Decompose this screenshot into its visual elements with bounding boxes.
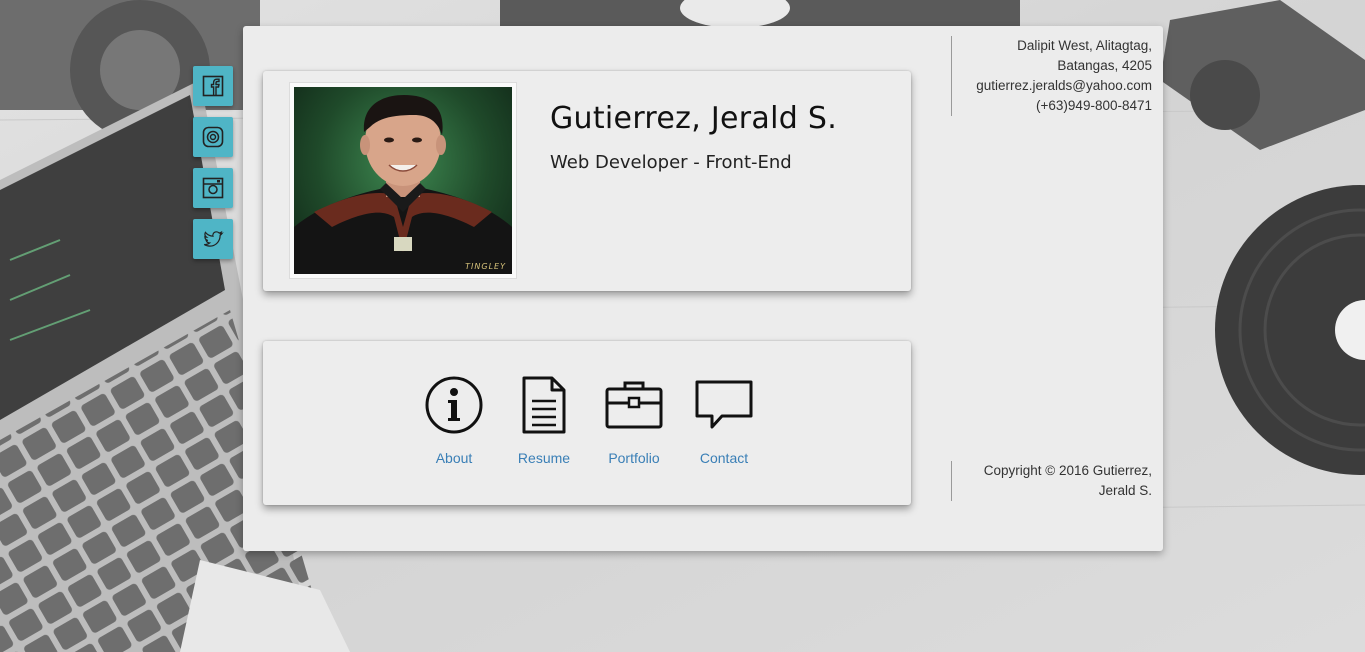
portrait-image <box>294 95 512 274</box>
instagram-button[interactable] <box>193 168 233 208</box>
facebook-icon <box>202 75 224 97</box>
profile-panel: TINGLEY Gutierrez, Jerald S. Web Develop… <box>263 71 911 291</box>
twitter-button[interactable] <box>193 219 233 259</box>
copyright-line-1: Copyright © 2016 Gutierrez, <box>983 463 1152 478</box>
speech-bubble-icon <box>695 380 753 429</box>
social-sidebar <box>193 66 233 270</box>
email-text: gutierrez.jeralds@yahoo.com <box>976 78 1152 93</box>
nav-label-about: About <box>435 450 473 466</box>
copyright-line-2: Jerald S. <box>1098 483 1152 498</box>
nav-item-portfolio[interactable]: Portfolio <box>589 374 679 466</box>
address-line-1: Dalipit West, Alitagtag, <box>1017 38 1152 53</box>
nav-item-resume[interactable]: Resume <box>499 374 589 466</box>
main-nav: About Resume Portfolio Contact <box>409 374 769 466</box>
nav-label-portfolio: Portfolio <box>608 450 660 466</box>
threads-button[interactable] <box>193 117 233 157</box>
nav-item-about[interactable]: About <box>409 374 499 466</box>
contact-info: Dalipit West, Alitagtag, Batangas, 4205 … <box>951 36 1152 116</box>
profile-name: Gutierrez, Jerald S. <box>550 101 838 136</box>
profile-role: Web Developer - Front-End <box>550 152 792 173</box>
instagram-icon <box>202 177 224 199</box>
twitter-icon <box>203 230 224 247</box>
photo-watermark: TINGLEY <box>465 262 506 271</box>
briefcase-icon <box>605 381 663 429</box>
nav-item-contact[interactable]: Contact <box>679 374 769 466</box>
phone-text: (+63)949-800-8471 <box>1036 98 1152 113</box>
nav-panel: About Resume Portfolio Contact <box>263 341 911 505</box>
spiral-icon <box>202 126 224 148</box>
profile-photo-frame: TINGLEY <box>289 82 517 279</box>
profile-photo: TINGLEY <box>294 87 512 274</box>
nav-label-resume: Resume <box>517 450 571 466</box>
main-card: TINGLEY Gutierrez, Jerald S. Web Develop… <box>243 26 1163 551</box>
document-icon <box>522 376 566 434</box>
address-line-2: Batangas, 4205 <box>1057 58 1152 73</box>
copyright: Copyright © 2016 Gutierrez, Jerald S. <box>951 461 1152 501</box>
info-icon <box>425 376 483 434</box>
nav-label-contact: Contact <box>699 450 749 466</box>
facebook-button[interactable] <box>193 66 233 106</box>
